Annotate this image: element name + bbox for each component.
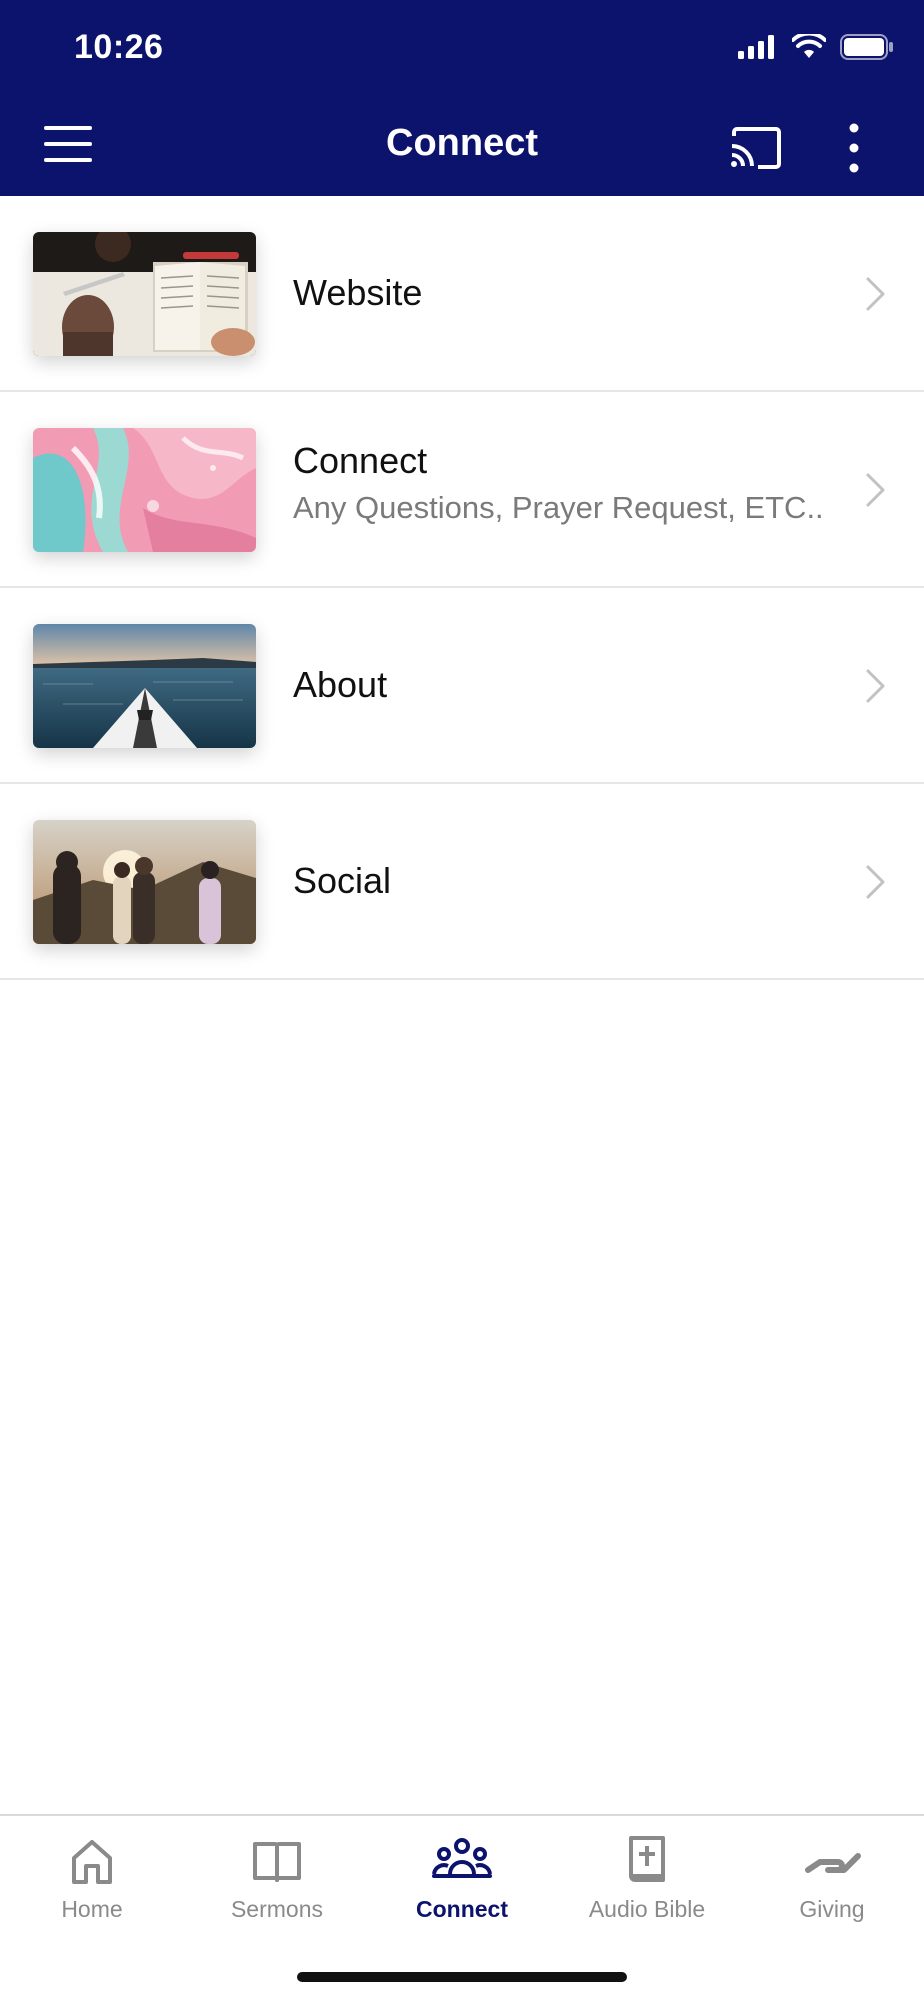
battery-icon <box>840 34 893 60</box>
list-item-title: Connect <box>293 440 428 481</box>
signal-icon <box>738 35 774 59</box>
list-item-social[interactable]: Social <box>0 784 924 980</box>
page-title: Connect <box>386 122 538 164</box>
home-icon <box>72 1840 112 1884</box>
tab-giving[interactable]: Giving <box>740 1816 924 1956</box>
status-time: 10:26 <box>74 28 164 66</box>
list-item-subtitle: Any Questions, Prayer Request, ETC.. <box>293 490 824 525</box>
list-item-text: About <box>293 664 387 706</box>
list-item-title: About <box>293 664 388 705</box>
app-header: 10:26 Connect <box>0 0 924 196</box>
more-vertical-icon <box>849 123 859 173</box>
book-icon <box>253 1842 301 1882</box>
connect-list: Website Connect Any Questions, Prayer Re… <box>0 196 924 980</box>
list-item-title: Social <box>293 860 392 901</box>
list-item-connect[interactable]: Connect Any Questions, Prayer Request, E… <box>0 392 924 588</box>
bible-icon <box>629 1836 665 1882</box>
tab-label: Giving <box>799 1896 865 1922</box>
cast-icon <box>731 127 781 169</box>
chevron-right-icon <box>866 473 885 507</box>
people-icon <box>432 1838 492 1878</box>
tab-label: Audio Bible <box>588 1896 706 1922</box>
tab-audio-bible[interactable]: Audio Bible <box>555 1816 739 1956</box>
tab-sermons[interactable]: Sermons <box>185 1816 369 1956</box>
status-icons <box>738 34 894 60</box>
thumbnail-image <box>33 232 256 356</box>
thumbnail-image <box>33 428 256 552</box>
list-item-text: Website <box>293 272 422 314</box>
thumbnail-image <box>33 624 256 748</box>
list-item-about[interactable]: About <box>0 588 924 784</box>
tab-home[interactable]: Home <box>0 1816 184 1956</box>
chevron-right-icon <box>866 865 885 899</box>
cast-button[interactable] <box>728 124 784 172</box>
thumbnail-image <box>33 820 256 944</box>
wifi-icon <box>792 34 826 58</box>
chevron-right-icon <box>866 277 885 311</box>
chevron-right-icon <box>866 669 885 703</box>
more-options-button[interactable] <box>840 120 868 176</box>
home-indicator <box>297 1972 627 1982</box>
tab-connect[interactable]: Connect <box>370 1816 554 1956</box>
tab-label: Connect <box>416 1896 508 1922</box>
list-item-text: Social <box>293 860 391 902</box>
list-item-website[interactable]: Website <box>0 196 924 392</box>
hand-icon <box>805 1853 861 1873</box>
list-item-title: Website <box>293 272 423 313</box>
tab-label: Sermons <box>230 1896 324 1922</box>
tab-label: Home <box>61 1896 123 1922</box>
list-item-text: Connect Any Questions, Prayer Request, E… <box>293 440 824 526</box>
